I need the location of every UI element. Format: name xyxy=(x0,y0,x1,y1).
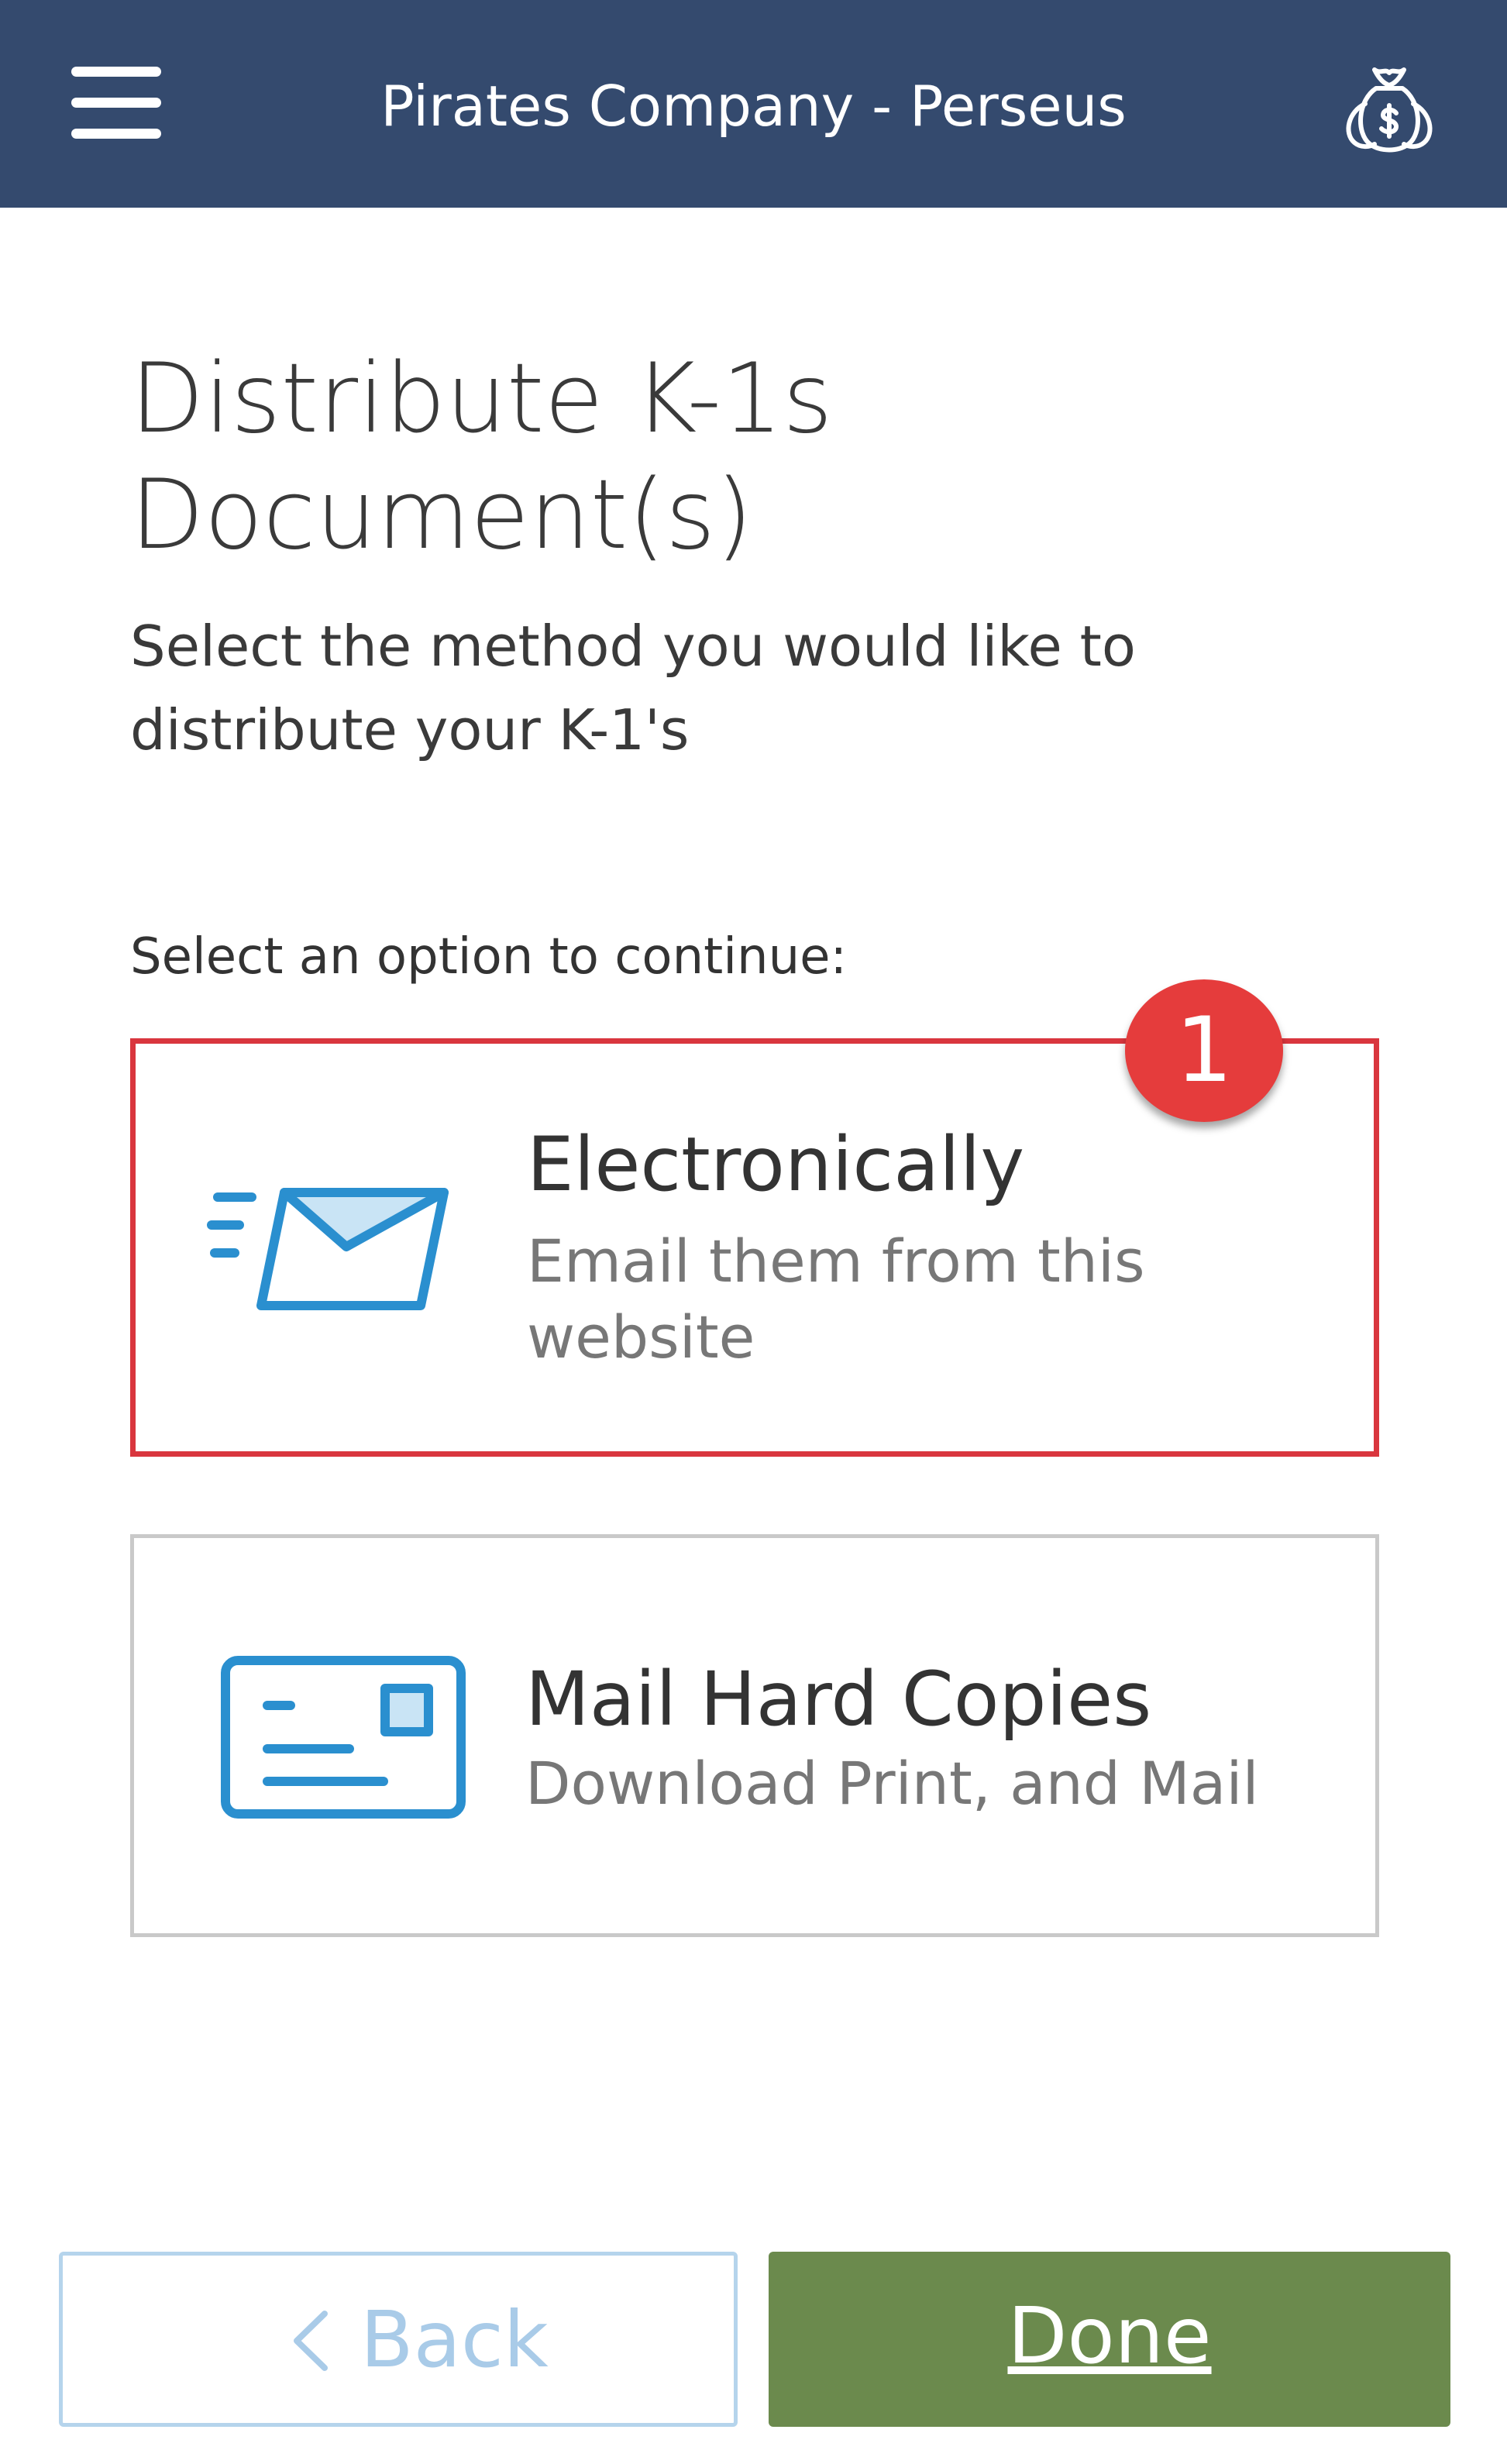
menu-bar-bottom xyxy=(71,129,161,139)
step-number-badge: 1 xyxy=(1125,979,1283,1122)
page-title-line-2: Document(s) xyxy=(130,459,753,571)
subtitle-line-2: distribute your K-1's xyxy=(130,697,690,762)
money-bag-icon[interactable] xyxy=(1339,62,1440,153)
back-button[interactable]: Back xyxy=(59,2252,738,2427)
done-button[interactable]: Done xyxy=(769,2252,1450,2427)
option-electronically-title: Electronically xyxy=(527,1121,1025,1208)
page-title-line-1: Distribute K-1s xyxy=(130,343,833,455)
option-electronically-description: Email them from this website xyxy=(527,1223,1302,1375)
option-mail-hard-copies[interactable]: Mail Hard Copies Download Print, and Mai… xyxy=(130,1534,1379,1937)
page-subtitle: Select the method you would like to dist… xyxy=(130,604,1292,772)
option-mail-title: Mail Hard Copies xyxy=(525,1656,1152,1743)
postcard-mail-icon xyxy=(219,1654,469,1825)
menu-bar-top xyxy=(71,67,161,77)
email-envelope-icon xyxy=(207,1177,455,1320)
description-line-2: website xyxy=(527,1303,755,1371)
option-mail-description: Download Print, and Mail xyxy=(525,1749,1259,1818)
app-title: Pirates Company - Perseus xyxy=(380,74,1127,139)
option-prompt: Select an option to continue: xyxy=(130,928,848,986)
hamburger-menu-icon[interactable] xyxy=(68,62,164,143)
done-button-label: Done xyxy=(1007,2290,1212,2381)
chevron-left-icon xyxy=(280,2306,342,2376)
menu-bar-middle xyxy=(71,98,161,108)
subtitle-line-1: Select the method you would like to xyxy=(130,614,1136,679)
page-title: Distribute K-1s Document(s) xyxy=(130,341,1292,573)
top-app-bar: Pirates Company - Perseus xyxy=(0,0,1507,208)
description-line-1: Email them from this xyxy=(527,1227,1145,1296)
back-button-label: Back xyxy=(360,2294,549,2385)
